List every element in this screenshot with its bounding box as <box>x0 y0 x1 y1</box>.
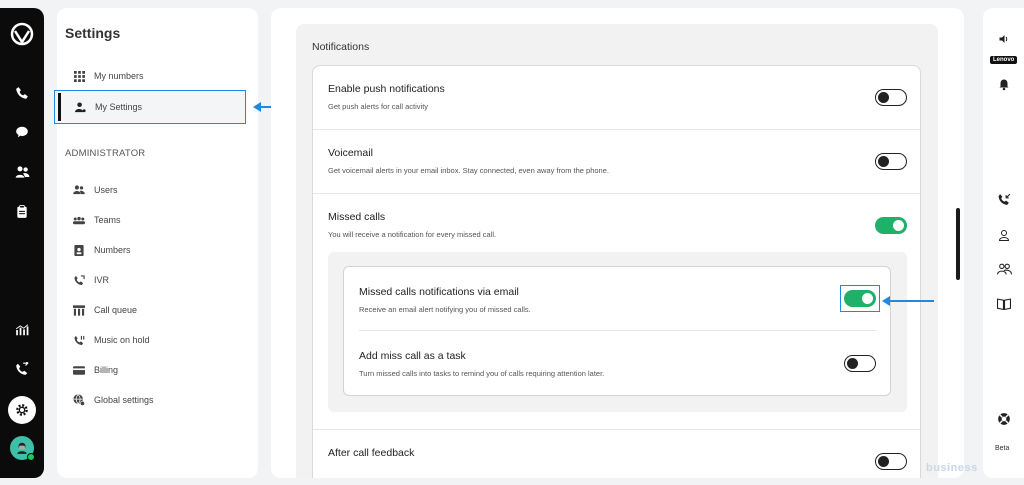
toggle-knob <box>862 292 873 304</box>
setting-title: Missed calls notifications via email <box>359 286 519 298</box>
app-logo-icon[interactable] <box>10 22 34 46</box>
nav-item-my-numbers[interactable]: My numbers <box>57 65 258 87</box>
contact-card-icon <box>73 244 85 256</box>
gear-icon <box>16 404 28 416</box>
nav-item-label: My Settings <box>95 102 143 112</box>
setting-title: Add miss call as a task <box>359 350 466 362</box>
nav-item-music-on-hold[interactable]: Music on hold <box>57 329 258 351</box>
toggle-missed-calls[interactable] <box>875 217 907 234</box>
group-icon[interactable] <box>996 261 1012 277</box>
globe-gear-icon <box>73 394 85 406</box>
setting-title: Voicemail <box>328 147 373 159</box>
setting-desc: Get push alerts for call activity <box>328 102 429 111</box>
setting-row-missed-email: Missed calls notifications via email Rec… <box>359 267 880 331</box>
bell-icon[interactable] <box>996 76 1012 92</box>
phone-icon[interactable] <box>12 83 32 103</box>
toggle-knob <box>878 155 889 167</box>
setting-desc: Turn missed calls into tasks to remind y… <box>359 369 605 378</box>
admin-section-heading: ADMINISTRATOR <box>65 148 146 159</box>
nav-item-label: My numbers <box>94 71 144 81</box>
notifications-card: Enable push notifications Get push alert… <box>312 65 921 478</box>
settings-gear-button[interactable] <box>8 396 36 424</box>
nav-item-label: Users <box>94 185 118 195</box>
book-icon[interactable] <box>996 296 1012 312</box>
notifications-section: Notifications Enable push notifications … <box>296 24 938 478</box>
annotation-arrow-toggle <box>882 296 934 306</box>
setting-desc: You will receive a notification for ever… <box>328 230 497 239</box>
section-title: Notifications <box>312 41 370 53</box>
main-panel: Notifications Enable push notifications … <box>271 8 964 478</box>
app-rail <box>0 8 44 478</box>
call-transfer-icon[interactable] <box>12 359 32 379</box>
user-avatar[interactable] <box>10 436 35 461</box>
toggle-missed-calls-email[interactable] <box>844 290 876 307</box>
missed-calls-subcard: Missed calls notifications via email Rec… <box>343 266 891 396</box>
nav-item-label: Teams <box>94 215 121 225</box>
missed-calls-subsettings: Missed calls notifications via email Rec… <box>328 252 907 412</box>
contacts-icon[interactable] <box>12 162 32 182</box>
toggle-after-call-feedback[interactable] <box>875 453 907 470</box>
nav-item-ivr[interactable]: IVR <box>57 269 258 291</box>
toggle-knob <box>847 357 858 369</box>
setting-row-missed-task: Add miss call as a task Turn missed call… <box>359 331 876 395</box>
toggle-missed-call-task[interactable] <box>844 355 876 372</box>
nav-item-label: Billing <box>94 365 119 375</box>
online-status-dot <box>27 453 35 461</box>
user-gear-icon <box>74 101 86 113</box>
nav-item-global-settings[interactable]: Global settings <box>57 389 258 411</box>
nav-item-teams[interactable]: Teams <box>57 209 258 231</box>
setting-row-push: Enable push notifications Get push alert… <box>313 66 920 130</box>
nav-item-users[interactable]: Users <box>57 179 258 201</box>
analytics-icon[interactable] <box>12 320 32 340</box>
teams-icon <box>73 214 85 226</box>
setting-desc: Receive an email alert notifying you of … <box>359 305 531 314</box>
nav-item-label: Music on hold <box>94 335 150 345</box>
setting-title: Missed calls <box>328 211 386 223</box>
setting-title: After call feedback <box>328 447 415 459</box>
ivr-phone-icon <box>73 274 85 286</box>
setting-title: Enable push notifications <box>328 83 445 95</box>
setting-desc: Get voicemail alerts in your email inbox… <box>328 166 609 175</box>
person-icon[interactable] <box>996 227 1012 243</box>
nav-item-my-settings[interactable]: My Settings <box>54 90 246 124</box>
settings-nav: Settings My numbers My Settings ADMINIST… <box>54 8 258 478</box>
toggle-push-notifications[interactable] <box>875 89 907 106</box>
watermark: business <box>926 462 978 474</box>
nav-item-label: Numbers <box>94 245 131 255</box>
toggle-knob <box>878 455 889 467</box>
device-brand-badge: Lenovo <box>990 56 1018 64</box>
queue-icon <box>73 304 85 316</box>
setting-row-voicemail: Voicemail Get voicemail alerts in your e… <box>313 130 920 194</box>
users-icon <box>73 184 85 196</box>
support-lifebuoy-icon[interactable] <box>996 411 1012 427</box>
nav-item-billing[interactable]: Billing <box>57 359 258 381</box>
credit-card-icon <box>73 364 85 376</box>
chat-icon[interactable] <box>12 122 32 142</box>
nav-item-call-queue[interactable]: Call queue <box>57 299 258 321</box>
settings-title: Settings <box>65 25 121 41</box>
right-rail: Lenovo Beta <box>983 8 1024 478</box>
incoming-call-icon[interactable] <box>996 191 1012 207</box>
toggle-knob <box>878 91 889 103</box>
nav-item-label: Call queue <box>94 305 138 315</box>
speaker-icon[interactable] <box>996 31 1012 47</box>
notes-icon[interactable] <box>12 202 32 222</box>
toggle-voicemail[interactable] <box>875 153 907 170</box>
grid-icon <box>73 70 85 82</box>
beta-label: Beta <box>995 445 1010 452</box>
toggle-knob <box>893 219 904 231</box>
nav-item-label: Global settings <box>94 395 154 405</box>
phone-hold-icon <box>73 334 85 346</box>
main-scrollbar-thumb[interactable] <box>956 208 960 280</box>
nav-item-numbers[interactable]: Numbers <box>57 239 258 261</box>
nav-item-label: IVR <box>94 275 110 285</box>
setting-row-after-call-feedback: After call feedback <box>313 430 920 478</box>
